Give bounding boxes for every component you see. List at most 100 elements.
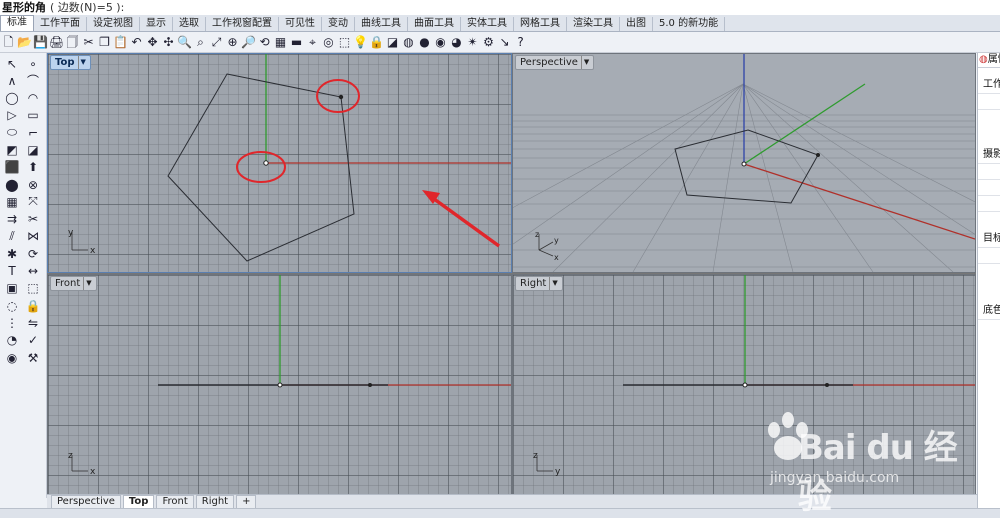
light-icon[interactable]: 💡 xyxy=(353,35,368,50)
render-obj-icon[interactable]: ◉ xyxy=(3,349,21,366)
boolean-icon[interactable]: ⊗ xyxy=(24,176,42,193)
point-icon[interactable]: ∘ xyxy=(24,55,42,72)
new-file-icon[interactable]: 🗋 xyxy=(1,35,16,50)
arc-icon[interactable]: ◠ xyxy=(24,90,42,107)
pan-icon[interactable]: ✥ xyxy=(145,35,160,50)
panel-field[interactable] xyxy=(978,247,1000,262)
four-viewports-icon[interactable]: ▦ xyxy=(273,35,288,50)
panel-field[interactable] xyxy=(978,179,1000,194)
right-viewport[interactable]: Right ▼ z y xyxy=(512,274,976,496)
panel-field[interactable] xyxy=(978,263,1000,278)
offset-icon[interactable]: ⇉ xyxy=(3,211,21,228)
lock-icon[interactable]: 🔒 xyxy=(369,35,384,50)
panel-field[interactable] xyxy=(978,319,1000,334)
rectangle-icon[interactable]: ▭ xyxy=(24,107,42,124)
cplane-icon[interactable]: ▬ xyxy=(289,35,304,50)
menu-tab[interactable]: 工作视窗配置 xyxy=(206,17,279,31)
color-wheel-icon[interactable]: ◍ xyxy=(401,35,416,50)
perspective-viewport-title[interactable]: Perspective ▼ xyxy=(515,55,595,70)
lock-obj-icon[interactable]: 🔒 xyxy=(24,297,42,314)
surface-edge-icon[interactable]: ◪ xyxy=(24,141,42,158)
menu-tab[interactable]: 5.0 的新功能 xyxy=(653,17,726,31)
group-icon[interactable]: ▣ xyxy=(3,280,21,297)
block-icon[interactable]: ⬚ xyxy=(24,280,42,297)
split-icon[interactable]: ⫽ xyxy=(3,228,21,245)
menu-tab[interactable]: 可见性 xyxy=(279,17,322,31)
undo-icon[interactable]: ↶ xyxy=(129,35,144,50)
render-sphere-icon[interactable]: ◉ xyxy=(433,35,448,50)
triangle-icon[interactable]: ▷ xyxy=(3,107,21,124)
panel-field[interactable] xyxy=(978,93,1000,108)
array-icon[interactable]: ⋮ xyxy=(3,314,21,331)
zoom-extents-icon[interactable]: ⤢ xyxy=(209,35,224,50)
menu-tab[interactable]: 设定视图 xyxy=(87,17,140,31)
print-icon[interactable]: 🖨 xyxy=(49,35,64,50)
hide-icon[interactable]: ◌ xyxy=(3,297,21,314)
panel-field[interactable] xyxy=(978,109,1000,124)
perspective-viewport[interactable]: Perspective ▼ z y x xyxy=(512,53,976,273)
zoom-icon[interactable]: 🔍 xyxy=(177,35,192,50)
rebuild-icon[interactable]: ⟳ xyxy=(24,245,42,262)
ellipse-icon[interactable]: ⬭ xyxy=(3,124,21,141)
text-icon[interactable]: T xyxy=(3,263,21,280)
osnap-icon[interactable]: ◎ xyxy=(321,35,336,50)
render-icon[interactable]: ✴ xyxy=(465,35,480,50)
panel-field[interactable] xyxy=(978,195,1000,210)
options-icon[interactable]: ⚙ xyxy=(481,35,496,50)
viewport-tab[interactable]: Right xyxy=(195,495,235,509)
menu-tab[interactable]: 出图 xyxy=(620,17,653,31)
cylinder-icon[interactable]: ⬤ xyxy=(3,176,21,193)
trim-icon[interactable]: ✂ xyxy=(24,211,42,228)
zoom-selected-icon[interactable]: ⊕ xyxy=(225,35,240,50)
import-icon[interactable]: 🗍 xyxy=(65,35,80,50)
menu-tab[interactable]: 网格工具 xyxy=(514,17,567,31)
chevron-down-icon[interactable]: ▼ xyxy=(77,56,86,69)
panel-field[interactable] xyxy=(978,163,1000,178)
select-icon[interactable]: ⬚ xyxy=(337,35,352,50)
dimension-icon[interactable]: ↘ xyxy=(497,35,512,50)
menu-tab[interactable]: 标准 xyxy=(0,15,34,31)
menu-tab[interactable]: 实体工具 xyxy=(461,17,514,31)
properties-header[interactable]: ◍属性 xyxy=(978,53,1000,68)
viewport-tab[interactable]: Front xyxy=(156,495,194,509)
mirror-icon[interactable]: ⇋ xyxy=(24,314,42,331)
cut-icon[interactable]: ✂ xyxy=(81,35,96,50)
viewport-tab[interactable]: Top xyxy=(122,495,155,509)
top-viewport-title[interactable]: Top ▼ xyxy=(50,55,91,70)
select-arrow-icon[interactable]: ↖ xyxy=(3,55,21,72)
surface-plane-icon[interactable]: ◩ xyxy=(3,141,21,158)
polyline-icon[interactable]: ∧ xyxy=(3,72,21,89)
chevron-down-icon[interactable]: ▼ xyxy=(580,56,589,69)
command-line[interactable]: 星形的角 ( 边数(N)=5 ): xyxy=(0,0,1000,16)
named-view-icon[interactable]: ⟲ xyxy=(257,35,272,50)
circle-icon[interactable]: ◯ xyxy=(3,90,21,107)
join-icon[interactable]: ⋈ xyxy=(24,228,42,245)
box-icon[interactable]: ⬛ xyxy=(3,159,21,176)
copy-icon[interactable]: ❐ xyxy=(97,35,112,50)
save-icon[interactable]: 💾 xyxy=(33,35,48,50)
command-options[interactable]: ( 边数(N)=5 ): xyxy=(50,1,124,14)
menu-tab[interactable]: 渲染工具 xyxy=(567,17,620,31)
right-viewport-title[interactable]: Right ▼ xyxy=(515,276,563,291)
paste-icon[interactable]: 📋 xyxy=(113,35,128,50)
zoom-window-icon[interactable]: ⌕ xyxy=(193,35,208,50)
menu-tab[interactable]: 显示 xyxy=(140,17,173,31)
mesh-icon[interactable]: ▦ xyxy=(3,193,21,210)
material-sphere-icon[interactable]: ◕ xyxy=(449,35,464,50)
extrude-icon[interactable]: ⬆ xyxy=(24,159,42,176)
menu-tab[interactable]: 变动 xyxy=(322,17,355,31)
rotate-view-icon[interactable]: ✣ xyxy=(161,35,176,50)
curve-icon[interactable]: ⌒ xyxy=(24,72,42,89)
check-icon[interactable]: ✓ xyxy=(24,332,42,349)
front-viewport[interactable]: Front ▼ z x xyxy=(47,274,512,496)
menu-tab[interactable]: 工作平面 xyxy=(34,17,87,31)
front-viewport-title[interactable]: Front ▼ xyxy=(50,276,97,291)
menu-tab[interactable]: 曲面工具 xyxy=(408,17,461,31)
viewport-tab[interactable]: + xyxy=(236,495,257,509)
open-file-icon[interactable]: 📂 xyxy=(17,35,32,50)
fillet-icon[interactable]: ⌐ xyxy=(24,124,42,141)
viewport-tab[interactable]: Perspective xyxy=(51,495,121,509)
menu-tab[interactable]: 曲线工具 xyxy=(355,17,408,31)
wrench-icon[interactable]: ⚒ xyxy=(24,349,42,366)
analyze-icon[interactable]: ◔ xyxy=(3,332,21,349)
